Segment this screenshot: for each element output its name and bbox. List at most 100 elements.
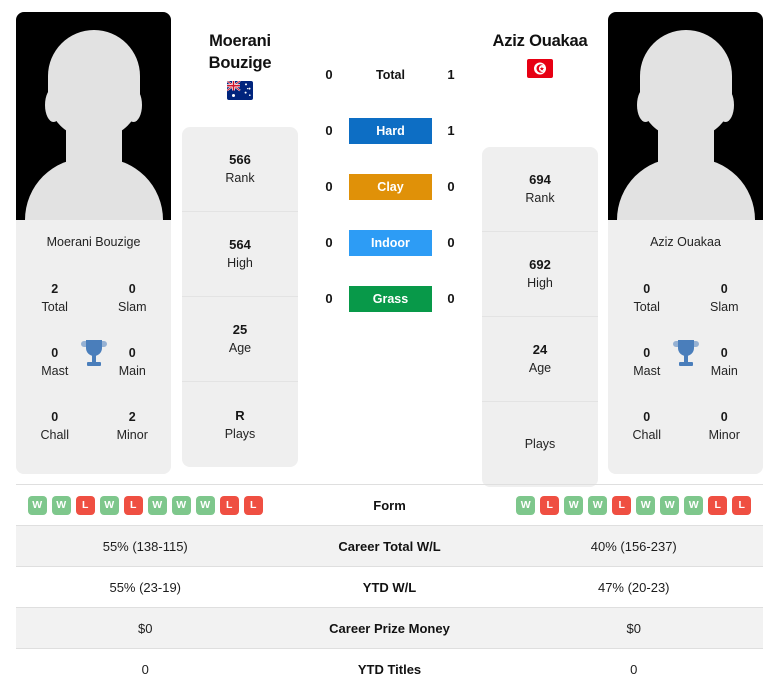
stat-value: 692: [529, 257, 551, 272]
career-prize-money-right: $0: [626, 620, 641, 636]
stat-high-right: 692 High: [482, 232, 598, 317]
row-label-form: Form: [373, 497, 406, 513]
row-label-ytd-titles: YTD Titles: [357, 661, 422, 677]
h2h-surface-clay-pill[interactable]: Clay: [349, 174, 432, 200]
player-heading-right-line1: Aziz Ouakaa: [492, 32, 588, 50]
table-row-form: WWLWLWWWLL Form WLWWLWWWLL: [16, 484, 763, 525]
form-badge-loss: L: [732, 495, 752, 515]
title-value: 2: [128, 409, 136, 424]
stat-label: Age: [528, 361, 552, 375]
stat-label: Plays: [224, 426, 256, 441]
form-badge-win: W: [516, 495, 536, 515]
title-label: Total: [633, 299, 660, 314]
stat-plays-right: Plays: [482, 402, 598, 487]
form-badge-loss: L: [75, 495, 95, 515]
silhouette-ear-left-icon: [637, 88, 654, 122]
title-label: Minor: [116, 427, 148, 442]
ytd-wl-right: 47% (20-23): [597, 579, 670, 595]
form-badge-loss: L: [123, 495, 143, 515]
player-card-right[interactable]: Aziz Ouakaa 0 Total 0 Slam 0 Mast 0 Main…: [608, 12, 763, 474]
trophy-icon: [672, 340, 699, 366]
form-badge-win: W: [564, 495, 584, 515]
form-strip-right: WLWWLWWWLL: [505, 495, 764, 515]
stat-label: Plays: [524, 437, 556, 451]
h2h-surface-indoor-pill[interactable]: Indoor: [349, 230, 432, 256]
form-badge-loss: L: [540, 495, 560, 515]
stat-plays-left: R Plays: [182, 382, 298, 467]
title-value: 2: [51, 281, 59, 296]
title-value: 0: [643, 409, 651, 424]
stat-value: 24: [532, 342, 548, 357]
form-badge-win: W: [660, 495, 680, 515]
title-stat: 0 Chall: [16, 394, 94, 458]
form-badge-win: W: [171, 495, 191, 515]
form-badge-win: W: [195, 495, 215, 515]
stat-age-right: 24 Age: [482, 317, 598, 402]
silhouette-body-icon: [24, 158, 163, 220]
ytd-wl-left: 55% (23-19): [109, 579, 182, 595]
h2h-surface-hard-pill[interactable]: Hard: [349, 118, 432, 144]
avatar-right: [608, 12, 763, 220]
stat-age-left: 25 Age: [182, 297, 298, 382]
career-prize-money-left: $0: [138, 620, 153, 636]
row-label-career-prize-money: Career Prize Money: [329, 620, 450, 636]
form-right: WLWWLWWWLL: [505, 495, 764, 515]
comparison-table: WWLWLWWWLL Form WLWWLWWWLL 55% (138-115)…: [16, 484, 763, 689]
title-label: Slam: [710, 299, 739, 314]
player-name-left: Moerani Bouzige: [16, 220, 171, 262]
h2h-row-indoor: 0 Indoor 0: [310, 230, 470, 286]
stat-rank-left: 566 Rank: [182, 127, 298, 212]
stats-card-right: 694 Rank 692 High 24 Age Plays: [482, 147, 598, 487]
title-value: 0: [720, 281, 728, 296]
silhouette-ear-left-icon: [45, 88, 62, 122]
stat-rank-right: 694 Rank: [482, 147, 598, 232]
form-badge-win: W: [588, 495, 608, 515]
form-badge-loss: L: [612, 495, 632, 515]
h2h-right-value: 1: [447, 67, 455, 82]
player-heading-left-line2: Bouzige: [208, 54, 272, 72]
h2h-right-value: 0: [447, 291, 455, 306]
titles-row: 0 Chall 0 Minor: [608, 394, 763, 458]
h2h-right-value: 1: [447, 123, 455, 138]
table-row-career-total-wl: 55% (138-115) Career Total W/L 40% (156-…: [16, 525, 763, 566]
h2h-surface-grass-pill[interactable]: Grass: [349, 286, 432, 312]
titles-grid-left: 2 Total 0 Slam 0 Mast 0 Main 0 Chall 2 M…: [16, 262, 171, 474]
ytd-titles-right: 0: [630, 661, 638, 677]
silhouette-body-icon: [616, 158, 755, 220]
form-badge-loss: L: [243, 495, 263, 515]
title-value: 0: [128, 281, 136, 296]
titles-row: 0 Total 0 Slam: [608, 266, 763, 330]
stat-label: High: [527, 276, 553, 290]
australia-flag-icon: [227, 81, 253, 100]
h2h-row-clay: 0 Clay 0: [310, 174, 470, 230]
title-stat: 0 Slam: [94, 266, 172, 330]
stat-value: 25: [232, 322, 248, 337]
player-heading-left-line1: Moerani: [209, 32, 271, 50]
stat-value: 564: [229, 237, 251, 252]
player-name-right: Aziz Ouakaa: [608, 220, 763, 262]
silhouette-head-icon: [639, 30, 732, 138]
h2h-left-value: 0: [325, 123, 333, 138]
player-card-left[interactable]: Moerani Bouzige 2 Total 0 Slam 0 Mast 0 …: [16, 12, 171, 474]
titles-grid-right: 0 Total 0 Slam 0 Mast 0 Main 0 Chall 0 M…: [608, 262, 763, 474]
titles-row: 0 Chall 2 Minor: [16, 394, 171, 458]
stat-value: 566: [229, 152, 251, 167]
tunisia-flag-icon: [527, 59, 553, 78]
form-badge-win: W: [27, 495, 47, 515]
form-badge-win: W: [684, 495, 704, 515]
comparison-panel: Moerani Bouzige 2 Total 0 Slam 0 Mast 0 …: [0, 0, 779, 487]
title-label: Chall: [40, 427, 70, 442]
stat-value: 694: [529, 172, 551, 187]
titles-row: 2 Total 0 Slam: [16, 266, 171, 330]
h2h-surface-label: Total: [376, 68, 405, 82]
title-label: Chall: [632, 427, 662, 442]
player-heading-left: Moerani Bouzige: [182, 30, 298, 100]
title-stat: 0 Minor: [686, 394, 764, 458]
h2h-row-total: 0 Total 1: [310, 62, 470, 118]
table-row-career-prize-money: $0 Career Prize Money $0: [16, 607, 763, 648]
form-left: WWLWLWWWLL: [16, 495, 275, 515]
form-badge-win: W: [99, 495, 119, 515]
title-value: 0: [720, 409, 728, 424]
form-strip-left: WWLWLWWWLL: [16, 495, 275, 515]
table-row-ytd-wl: 55% (23-19) YTD W/L 47% (20-23): [16, 566, 763, 607]
